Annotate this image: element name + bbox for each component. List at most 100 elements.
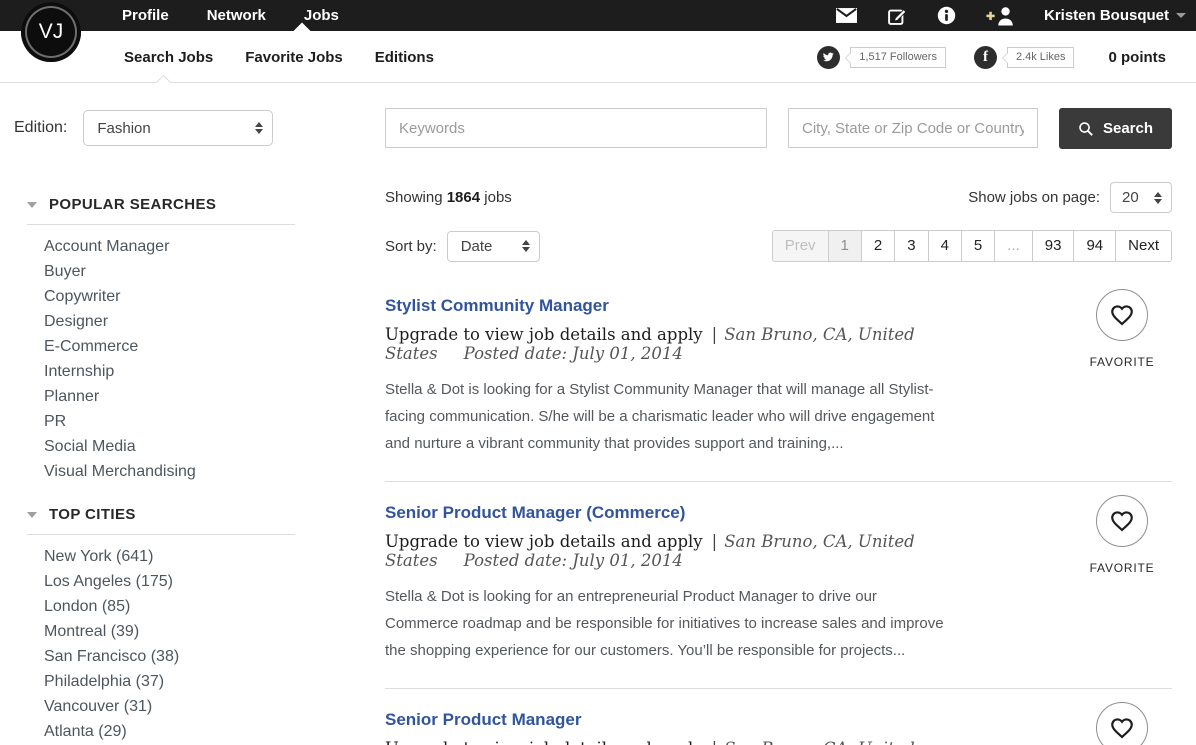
top-navbar: VJ Profile Network Jobs Kristen Bousquet xyxy=(0,0,1196,31)
job-posted-date: Posted date: July 01, 2014 xyxy=(464,344,683,363)
pagination-page-2[interactable]: 2 xyxy=(861,231,894,261)
topbar-actions: Kristen Bousquet xyxy=(836,0,1186,31)
edition-selector-row: Edition: Fashion xyxy=(14,110,385,146)
nav-item-jobs[interactable]: Jobs xyxy=(304,7,339,24)
popular-search-item[interactable]: Planner xyxy=(44,384,385,409)
job-meta-line: Upgrade to view job details and apply|Sa… xyxy=(385,325,1052,363)
popular-search-item[interactable]: PR xyxy=(44,409,385,434)
select-arrows-icon xyxy=(522,240,530,252)
compose-icon[interactable] xyxy=(886,5,908,27)
job-listing: Senior Product Manager (Commerce) Upgrad… xyxy=(385,481,1172,688)
popular-search-item[interactable]: Account Manager xyxy=(44,234,385,259)
pagination-page-1[interactable]: 1 xyxy=(828,231,861,261)
favorite-button[interactable]: FAVORITE xyxy=(1083,702,1161,745)
logo-text: VJ xyxy=(39,20,64,44)
user-menu[interactable]: Kristen Bousquet xyxy=(1044,7,1186,24)
pagination: Prev 1 2 3 4 5 ... 93 94 Next xyxy=(772,230,1172,262)
twitter-icon[interactable] xyxy=(817,46,840,69)
popular-searches-header[interactable]: POPULAR SEARCHES xyxy=(27,196,385,213)
city-item[interactable]: Vancouver (31) xyxy=(44,694,385,719)
popular-search-item[interactable]: Designer xyxy=(44,309,385,334)
tab-editions[interactable]: Editions xyxy=(375,49,434,66)
site-logo[interactable]: VJ xyxy=(21,2,81,62)
heart-circle xyxy=(1096,289,1148,341)
sort-pagination-row: Sort by: Date Prev 1 2 3 4 5 ... 93 94 N… xyxy=(385,230,1172,262)
top-cities-section: TOP CITIES New York (641) Los Angeles (1… xyxy=(27,506,385,744)
favorite-label: FAVORITE xyxy=(1085,559,1160,577)
pagination-prev[interactable]: Prev xyxy=(773,231,828,261)
per-page-select[interactable]: 20 xyxy=(1110,182,1172,213)
top-cities-header[interactable]: TOP CITIES xyxy=(27,506,385,523)
city-item[interactable]: Los Angeles (175) xyxy=(44,569,385,594)
pagination-page-4[interactable]: 4 xyxy=(928,231,961,261)
edition-select[interactable]: Fashion xyxy=(83,110,273,146)
job-title-link[interactable]: Senior Product Manager (Commerce) xyxy=(385,503,685,523)
popular-searches-title: POPULAR SEARCHES xyxy=(49,196,216,213)
points-counter[interactable]: 0 points xyxy=(1108,49,1166,66)
upgrade-to-view-text: Upgrade to view job details and apply xyxy=(385,325,703,344)
job-meta-line: Upgrade to view job details and apply|Sa… xyxy=(385,739,1052,745)
popular-search-item[interactable]: Internship xyxy=(44,359,385,384)
favorite-button[interactable]: FAVORITE xyxy=(1083,495,1161,577)
city-item[interactable]: San Francisco (38) xyxy=(44,644,385,669)
chevron-down-icon xyxy=(1176,13,1186,18)
city-item[interactable]: Atlanta (29) xyxy=(44,719,385,744)
pagination-page-5[interactable]: 5 xyxy=(961,231,994,261)
city-item[interactable]: Philadelphia (37) xyxy=(44,669,385,694)
city-item[interactable]: New York (641) xyxy=(44,544,385,569)
edition-label: Edition: xyxy=(14,119,67,137)
search-button-label: Search xyxy=(1103,120,1153,137)
user-name: Kristen Bousquet xyxy=(1044,7,1169,24)
upgrade-to-view-text: Upgrade to view job details and apply xyxy=(385,532,703,551)
city-item[interactable]: London (85) xyxy=(44,594,385,619)
popular-search-item[interactable]: Copywriter xyxy=(44,284,385,309)
info-icon[interactable] xyxy=(936,5,958,27)
favorite-button[interactable]: FAVORITE xyxy=(1083,289,1161,371)
popular-search-item[interactable]: E-Commerce xyxy=(44,334,385,359)
search-button[interactable]: Search xyxy=(1059,108,1172,149)
top-cities-list: New York (641) Los Angeles (175) London … xyxy=(27,544,385,744)
job-listing: Senior Product Manager Upgrade to view j… xyxy=(385,688,1172,745)
heart-icon xyxy=(1109,302,1135,328)
facebook-icon[interactable]: f xyxy=(974,46,997,69)
popular-searches-list: Account Manager Buyer Copywriter Designe… xyxy=(27,234,385,484)
keywords-input[interactable] xyxy=(385,108,767,148)
popular-search-item[interactable]: Social Media xyxy=(44,434,385,459)
heart-circle xyxy=(1096,702,1148,745)
pagination-next[interactable]: Next xyxy=(1115,231,1171,261)
popular-searches-section: POPULAR SEARCHES Account Manager Buyer C… xyxy=(27,196,385,484)
pagination-page-3[interactable]: 3 xyxy=(894,231,927,261)
job-description: Stella & Dot is looking for a Stylist Co… xyxy=(385,376,950,457)
results-count: Showing 1864 jobs xyxy=(385,189,512,206)
upgrade-to-view-text: Upgrade to view job details and apply xyxy=(385,739,703,745)
twitter-followers-badge[interactable]: 1,517 Followers xyxy=(850,47,946,68)
mail-icon[interactable] xyxy=(836,5,858,27)
tab-search-jobs[interactable]: Search Jobs xyxy=(124,49,213,66)
heart-icon xyxy=(1109,715,1135,741)
page-content: Edition: Fashion POPULAR SEARCHES Accoun… xyxy=(0,83,1196,745)
pagination-page-93[interactable]: 93 xyxy=(1032,231,1074,261)
search-icon xyxy=(1078,121,1094,137)
add-user-icon[interactable] xyxy=(986,5,1016,27)
sort-select[interactable]: Date xyxy=(447,231,540,262)
nav-item-network[interactable]: Network xyxy=(207,7,266,24)
job-results-list: Stylist Community Manager Upgrade to vie… xyxy=(385,296,1172,745)
job-title-link[interactable]: Stylist Community Manager xyxy=(385,296,609,316)
jobs-subnav: Search Jobs Favorite Jobs Editions xyxy=(124,31,434,83)
popular-search-item[interactable]: Buyer xyxy=(44,259,385,284)
top-cities-title: TOP CITIES xyxy=(49,506,136,523)
nav-item-profile[interactable]: Profile xyxy=(122,7,169,24)
job-search-form: Search xyxy=(385,108,1172,149)
popular-search-item[interactable]: Visual Merchandising xyxy=(44,459,385,484)
results-meta-row: Showing 1864 jobs Show jobs on page: 20 xyxy=(385,182,1172,213)
heart-circle xyxy=(1096,495,1148,547)
heart-icon xyxy=(1109,508,1135,534)
tab-favorite-jobs[interactable]: Favorite Jobs xyxy=(245,49,343,66)
city-item[interactable]: Montreal (39) xyxy=(44,619,385,644)
pagination-page-94[interactable]: 94 xyxy=(1073,231,1115,261)
job-meta-line: Upgrade to view job details and apply|Sa… xyxy=(385,532,1052,570)
facebook-likes-badge[interactable]: 2.4k Likes xyxy=(1007,47,1075,68)
sub-navbar: Search Jobs Favorite Jobs Editions 1,517… xyxy=(0,31,1196,83)
location-input[interactable] xyxy=(788,108,1038,148)
job-title-link[interactable]: Senior Product Manager xyxy=(385,710,581,730)
